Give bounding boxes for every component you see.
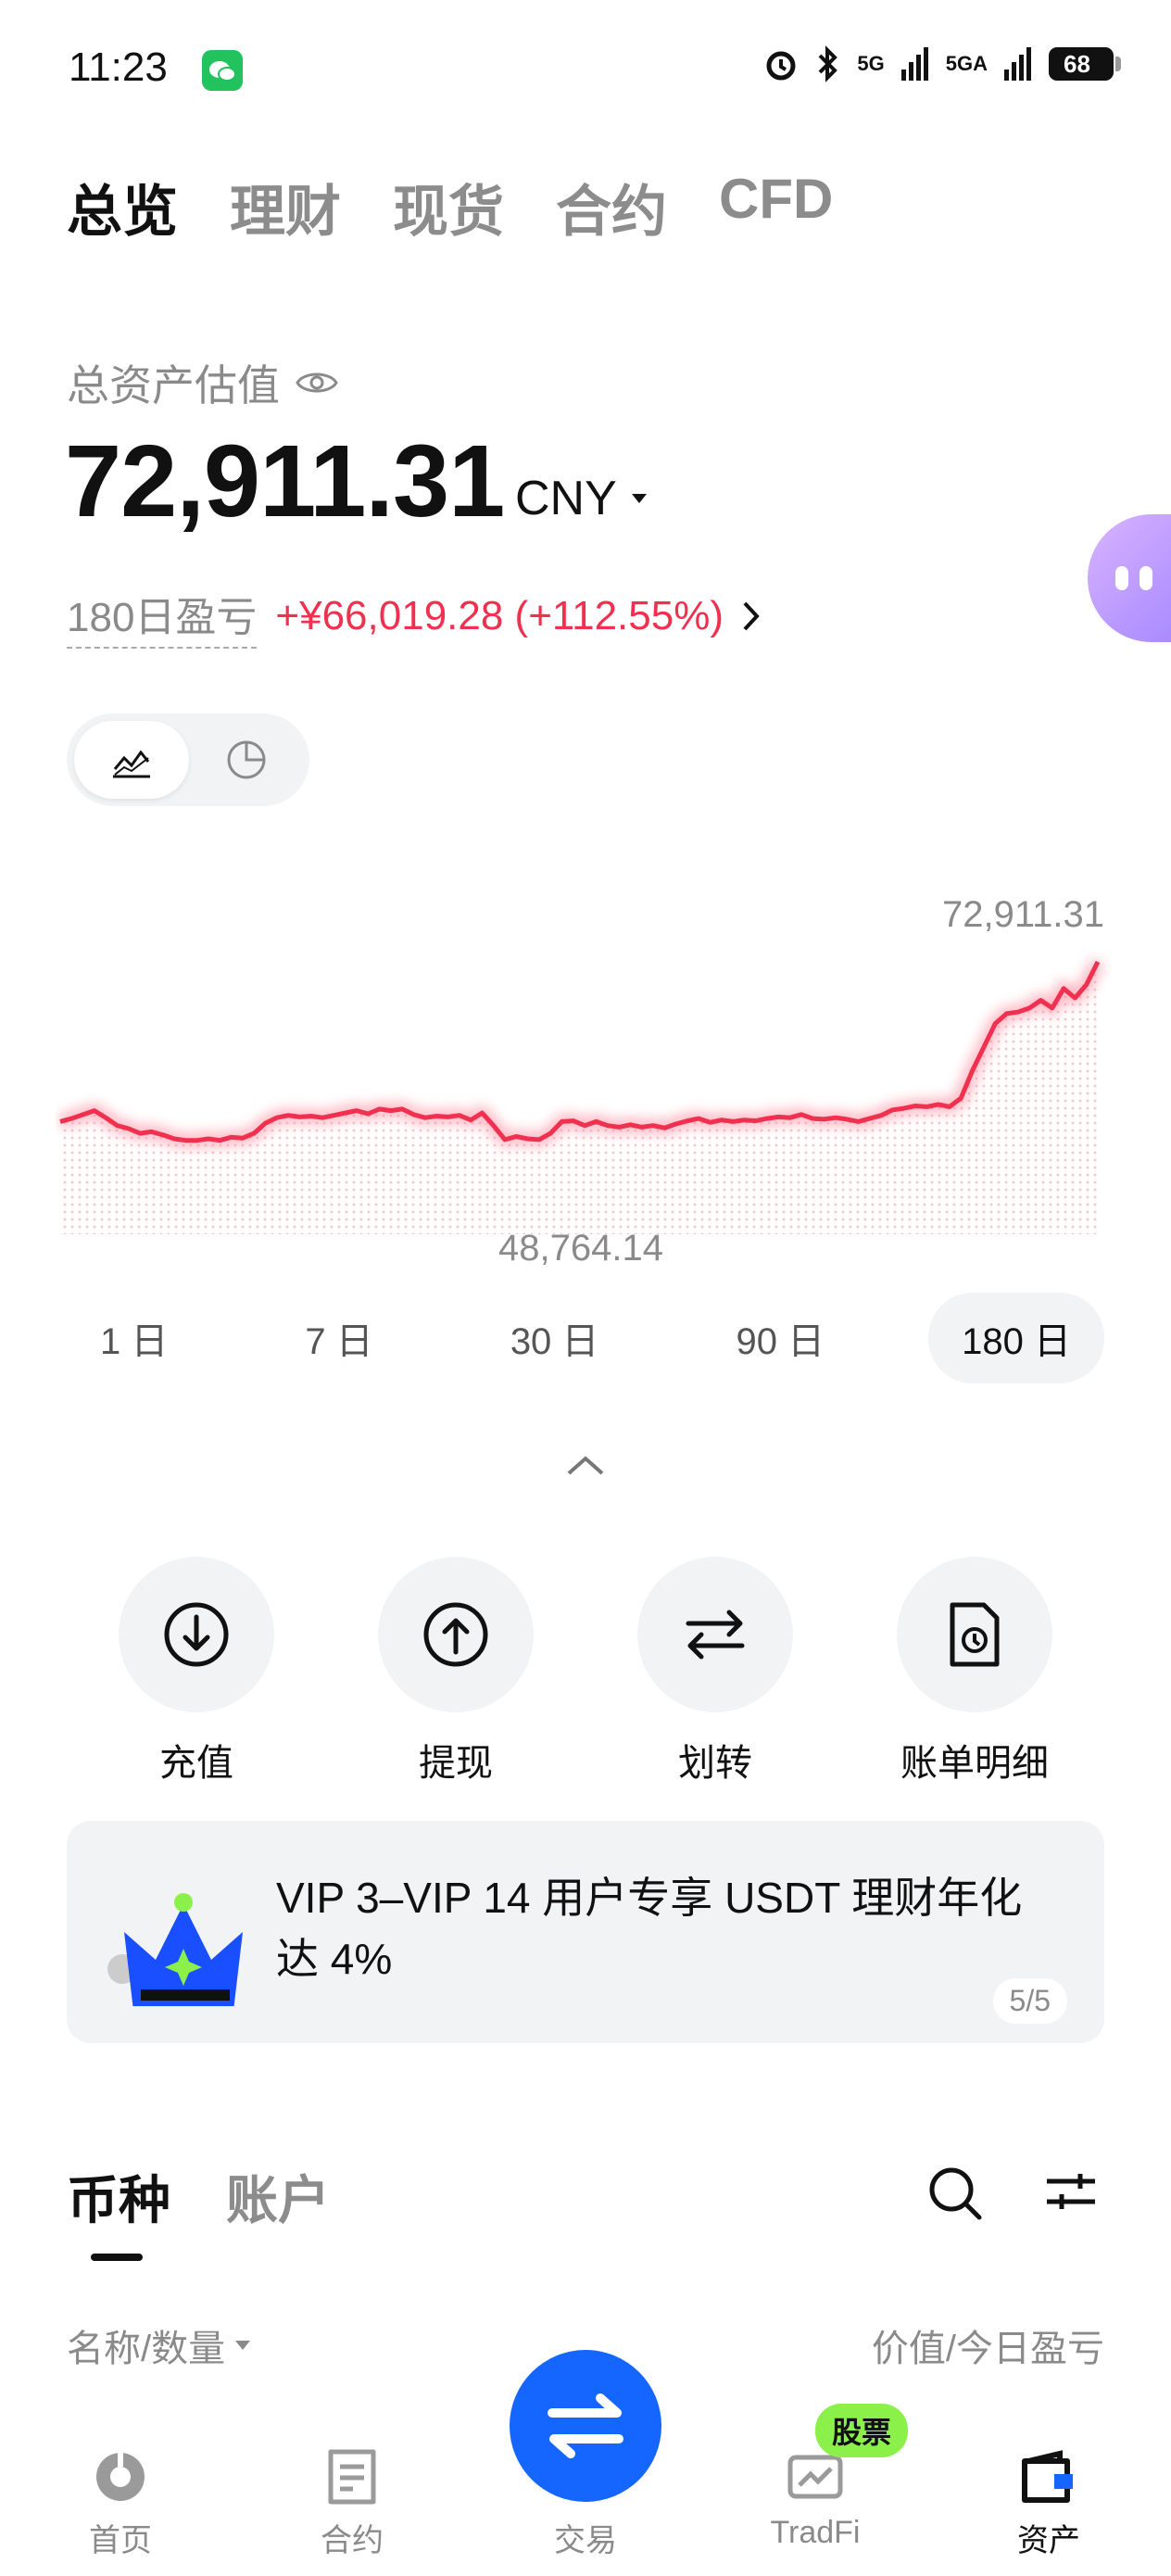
total-assets-label: 总资产估值 [67, 352, 339, 413]
pie-chart-toggle[interactable] [189, 721, 304, 799]
chevron-right-icon [743, 601, 760, 631]
nav-home[interactable]: 首页 [46, 2448, 195, 2560]
assistant-bubble[interactable] [1088, 514, 1171, 642]
range-30d[interactable]: 30 日 [477, 1293, 633, 1383]
pnl-row[interactable]: 180日盈亏 +¥66,019.28 (+112.55%) [67, 584, 762, 649]
nav-tradfi[interactable]: TradFi [741, 2448, 889, 2551]
trade-button[interactable] [510, 2350, 661, 2502]
tab-cfd[interactable]: CFD [719, 167, 833, 247]
pnl-value: +¥66,019.28 (+112.55%) [275, 593, 724, 638]
line-chart-icon [113, 750, 150, 778]
bill-details-button[interactable]: 账单明细 [882, 1557, 1067, 1787]
promo-banner[interactable]: VIP 3–VIP 14 用户专享 USDT 理财年化达 4% 5/5 [67, 1821, 1104, 2043]
pie-chart-icon [227, 740, 266, 779]
transfer-button[interactable]: 划转 [623, 1557, 808, 1787]
sort-name-quantity[interactable]: 名称/数量 [67, 2318, 251, 2372]
wechat-icon [202, 50, 243, 91]
bottom-navigation: 首页 合约 交易 TradFi 股票 资产 [0, 2350, 1171, 2576]
battery-icon: 68 [1049, 47, 1121, 81]
tab-finance[interactable]: 理财 [230, 167, 341, 247]
asset-line-chart [58, 958, 1104, 1234]
nav-trade-label: 交易 [554, 2523, 617, 2558]
chart-type-toggle [67, 713, 309, 806]
signal-icon-2 [1004, 47, 1031, 81]
chart-area-fill [60, 962, 1098, 1234]
network-5g: 5G [857, 52, 885, 75]
nav-futures[interactable]: 合约 [278, 2448, 426, 2560]
crown-icon [107, 1893, 243, 2006]
battery-level: 68 [1064, 49, 1090, 78]
currency-label: CNY [515, 472, 617, 525]
deposit-button[interactable]: 充值 [104, 1557, 289, 1787]
nav-assets-label: 资产 [1017, 2523, 1080, 2558]
line-chart-toggle[interactable] [74, 721, 189, 799]
total-assets-label-text: 总资产估值 [67, 361, 280, 410]
time-range-selector: 1 日 7 日 30 日 90 日 180 日 [67, 1293, 1104, 1383]
nav-tradfi-label: TradFi [770, 2515, 861, 2550]
transfer-label: 划转 [678, 1743, 752, 1784]
chart-min-label: 48,764.14 [498, 1228, 663, 1269]
range-1d[interactable]: 1 日 [67, 1293, 201, 1383]
nav-futures-label: 合约 [321, 2523, 384, 2558]
tab-coins[interactable]: 币种 [67, 2159, 170, 2234]
value-pnl-header[interactable]: 价值/今日盈亏 [871, 2318, 1104, 2378]
bluetooth-icon [818, 45, 838, 82]
tab-futures[interactable]: 合约 [556, 167, 667, 247]
asset-list-tabs: 币种 账户 [67, 2159, 330, 2234]
search-icon[interactable] [926, 2165, 984, 2222]
banner-pagination: 5/5 [992, 1978, 1067, 2024]
chart-max-label: 72,911.31 [942, 894, 1104, 935]
caret-down-icon [235, 2341, 251, 2350]
tab-accounts[interactable]: 账户 [226, 2159, 330, 2234]
crown-base [141, 1989, 230, 2001]
status-icons: 5G 5GA 68 [762, 44, 1121, 83]
deposit-label: 充值 [159, 1743, 233, 1784]
top-tabs: 总览 理财 现货 合约 CFD [67, 167, 833, 247]
banner-text: VIP 3–VIP 14 用户专享 USDT 理财年化达 4% [276, 1874, 1023, 1983]
contract-icon [328, 2449, 376, 2505]
status-time: 11:23 [69, 44, 168, 90]
network-5ga: 5GA [945, 52, 988, 75]
transfer-icon [637, 1557, 793, 1712]
quick-actions: 充值 提现 划转 账单明细 [67, 1557, 1104, 1787]
nav-home-label: 首页 [89, 2523, 152, 2558]
signal-icon [900, 47, 928, 81]
caret-down-icon [631, 494, 647, 503]
stock-badge: 股票 [815, 2404, 909, 2457]
range-7d[interactable]: 7 日 [271, 1293, 406, 1383]
sort-name-label: 名称/数量 [67, 2329, 226, 2369]
currency-selector[interactable]: CNY [515, 471, 648, 526]
range-90d[interactable]: 90 日 [702, 1293, 858, 1383]
alarm-icon [766, 51, 796, 81]
withdraw-label: 提现 [419, 1743, 493, 1784]
swap-icon [548, 2393, 623, 2458]
filter-icon[interactable] [1045, 2168, 1097, 2215]
withdraw-button[interactable]: 提现 [363, 1557, 548, 1787]
deposit-icon [119, 1557, 274, 1712]
pnl-label: 180日盈亏 [67, 584, 258, 649]
bill-icon [897, 1557, 1052, 1712]
total-assets-value: 72,911.31 [65, 424, 505, 538]
home-icon [96, 2453, 145, 2501]
tab-spot[interactable]: 现货 [393, 167, 504, 247]
tab-overview[interactable]: 总览 [67, 167, 178, 247]
withdraw-icon [378, 1557, 534, 1712]
bill-label: 账单明细 [900, 1743, 1049, 1784]
range-180d[interactable]: 180 日 [928, 1293, 1104, 1383]
wallet-icon [1022, 2450, 1073, 2503]
eye-icon[interactable] [295, 367, 339, 398]
nav-assets[interactable]: 资产 [975, 2448, 1123, 2560]
chevron-up-icon[interactable] [565, 1455, 606, 1477]
tab-indicator [91, 2254, 143, 2261]
